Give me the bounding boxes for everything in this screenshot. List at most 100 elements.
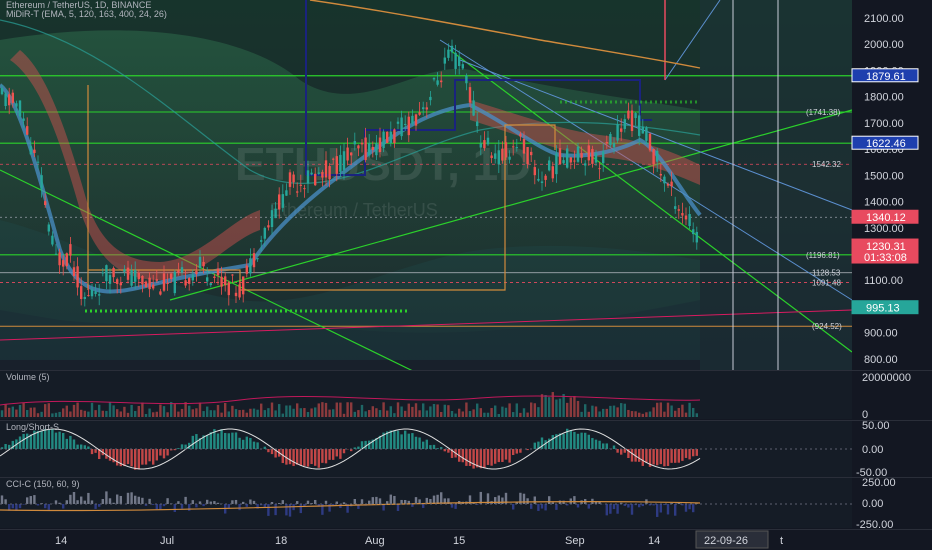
candle-body: [692, 229, 695, 235]
longshort-bar: [515, 449, 518, 454]
price-tick: 800.00: [864, 354, 898, 366]
candle-body: [609, 134, 612, 146]
candle-body: [555, 153, 558, 175]
volume-bar: [458, 408, 461, 417]
volume-bar: [296, 403, 299, 417]
cci-bar: [152, 504, 155, 505]
longshort-bar: [605, 443, 608, 449]
longshort-bar: [447, 449, 450, 453]
candle-body: [209, 283, 212, 286]
longshort-bar: [191, 435, 194, 449]
cci-bar: [454, 504, 457, 509]
longshort-bar: [270, 449, 274, 455]
cci-bar: [62, 504, 65, 509]
candle-body: [62, 260, 65, 267]
volume-bar: [357, 410, 360, 417]
cci-bar: [101, 499, 104, 504]
volume-bar: [548, 397, 551, 417]
longshort-bar: [508, 449, 511, 463]
cci-bar: [159, 504, 162, 510]
candle-body: [396, 121, 400, 124]
candle-body: [684, 215, 688, 220]
longshort-bar: [80, 444, 83, 449]
cci-bar: [616, 504, 619, 514]
volume-bar: [508, 403, 511, 417]
cci-bar: [90, 500, 94, 504]
volume-bar: [605, 408, 608, 417]
chart-canvas[interactable]: ETHUSDT, 1D Ethereum / TetherUS Ethereum…: [0, 0, 932, 550]
candle-body: [558, 148, 562, 165]
longshort-bar: [494, 449, 497, 464]
longshort-bar: [501, 449, 504, 462]
candle-body: [472, 100, 475, 116]
longshort-bar: [162, 449, 166, 459]
candle-body: [310, 172, 313, 175]
longshort-bar: [26, 433, 29, 449]
cci-bar: [281, 500, 284, 504]
volume-bar: [486, 412, 490, 417]
candle-body: [494, 153, 497, 159]
volume-bar: [584, 404, 587, 417]
cci-bar: [33, 495, 36, 504]
volume-bar: [227, 411, 230, 417]
longshort-bar: [670, 449, 673, 463]
cci-bar: [47, 504, 50, 510]
indicator-title[interactable]: MiDiR-T (EMA, 5, 120, 163, 400, 24, 26): [6, 9, 167, 19]
cci-bar: [36, 504, 40, 506]
volume-bar: [141, 402, 144, 417]
volume-bar: [155, 411, 158, 417]
level-note: 1128.53: [812, 269, 841, 278]
longshort-bar: [292, 449, 295, 467]
volume-bar: [11, 406, 14, 417]
volume-bar: [522, 408, 526, 417]
candle-body: [256, 258, 259, 260]
candle-body: [450, 45, 454, 53]
cci-bar: [288, 504, 292, 517]
candle-body: [342, 151, 346, 170]
volume-bar: [623, 403, 626, 417]
candle-body: [515, 147, 518, 149]
candle-body: [306, 170, 310, 184]
cci-label[interactable]: CCI-C (150, 60, 9): [6, 479, 80, 489]
longshort-bar: [137, 449, 140, 470]
volume-bar: [252, 408, 256, 417]
cci-bar: [112, 502, 115, 504]
longshort-label[interactable]: Long/Short-S: [6, 422, 59, 432]
longshort-bar: [256, 442, 259, 449]
candle-body: [440, 80, 443, 83]
volume-label[interactable]: Volume (5): [6, 372, 50, 382]
volume-bar: [245, 412, 248, 417]
volume-bar: [494, 405, 497, 417]
candle-body: [224, 276, 227, 286]
candle-body: [616, 124, 619, 141]
volume-bar: [152, 412, 155, 417]
candle-body: [674, 206, 677, 209]
candle-body: [641, 126, 644, 134]
volume-bar: [670, 405, 673, 417]
cci-bar: [533, 496, 536, 504]
candle-body: [76, 266, 79, 288]
candle-body: [231, 274, 234, 276]
volume-bar: [191, 409, 194, 417]
volume-bar: [515, 403, 518, 417]
longshort-bar: [29, 434, 32, 449]
volume-bar: [396, 402, 400, 417]
volume-bar: [580, 411, 583, 417]
volume-bar: [404, 410, 407, 417]
cci-bar: [130, 492, 133, 504]
cci-bar: [141, 497, 144, 504]
candle-body: [468, 87, 472, 103]
longshort-bar: [209, 432, 212, 449]
candle-body: [40, 175, 43, 189]
volume-bar: [321, 402, 324, 417]
candle-body: [540, 181, 544, 183]
volume-bar: [339, 402, 342, 417]
candle-body: [166, 283, 169, 285]
cci-bar: [155, 504, 158, 510]
candle-body: [83, 296, 86, 300]
volume-bar: [501, 406, 504, 417]
candle-body: [0, 88, 4, 95]
cci-tick-top: 250.00: [862, 477, 896, 489]
volume-bar: [393, 413, 396, 417]
cci-bar: [238, 504, 241, 511]
